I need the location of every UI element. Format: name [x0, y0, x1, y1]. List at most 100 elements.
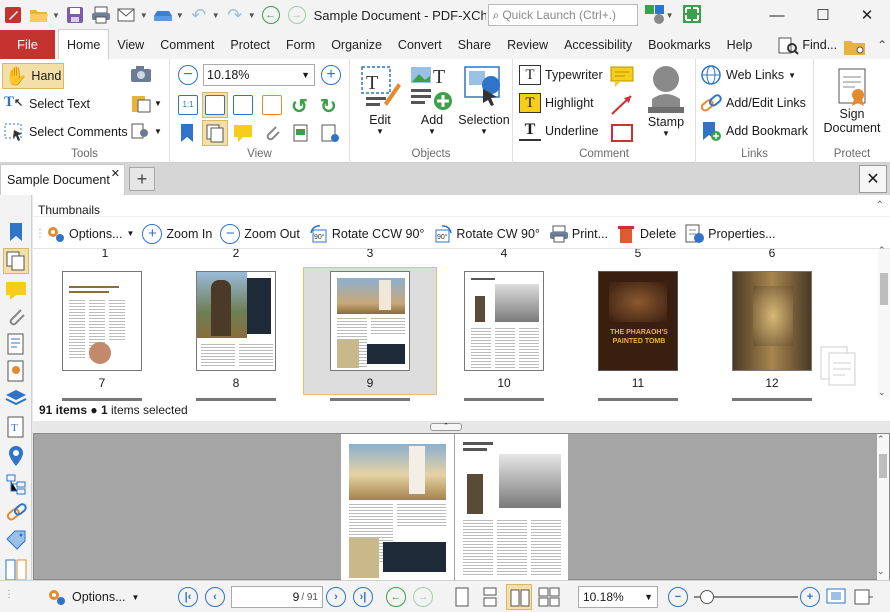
hand-button[interactable]: ✋ Hand: [2, 63, 64, 89]
zoom-select[interactable]: 10.18% ▼: [203, 64, 315, 86]
stamp-button[interactable]: Stamp ▼: [639, 63, 693, 138]
comments-sidebar-icon[interactable]: [5, 279, 27, 301]
thumbnail-page-12[interactable]: [732, 271, 812, 371]
scan-icon[interactable]: [152, 4, 174, 26]
find-tools-icon[interactable]: ▼: [130, 121, 162, 141]
thumbnail-page-11[interactable]: THE PHARAOH'S PAINTED TOMB: [598, 271, 678, 371]
document-properties-sidebar-icon[interactable]: [5, 360, 27, 382]
tab-bookmarks[interactable]: Bookmarks: [640, 30, 719, 59]
quick-launch-input[interactable]: ⌕ Quick Launch (Ctrl+.): [487, 4, 638, 26]
splitter-collapse-icon[interactable]: ⌃: [430, 423, 462, 431]
fullscreen-icon[interactable]: [682, 4, 704, 26]
tab-protect[interactable]: Protect: [222, 30, 278, 59]
fit-width-icon[interactable]: [233, 95, 253, 115]
first-page-button[interactable]: |‹: [178, 587, 198, 607]
selection-button[interactable]: Selection ▼: [456, 63, 512, 136]
structure-sidebar-icon[interactable]: [5, 473, 27, 495]
page-content-sidebar-icon[interactable]: [5, 333, 27, 355]
attachments-sidebar-icon[interactable]: [5, 306, 27, 328]
sign-document-button[interactable]: Sign Document: [822, 67, 882, 135]
email-dropdown-icon[interactable]: ▼: [140, 11, 148, 20]
tab-help[interactable]: Help: [719, 30, 761, 59]
prev-view-button[interactable]: ←: [386, 587, 406, 607]
folder-search-icon[interactable]: [843, 35, 869, 59]
redo-dropdown-icon[interactable]: ▼: [248, 11, 256, 20]
highlight-button[interactable]: T Highlight: [519, 93, 594, 113]
maximize-button[interactable]: ☐: [800, 0, 846, 30]
bookmark-panel-icon[interactable]: [178, 123, 196, 143]
page-number-input[interactable]: 9/ 91: [231, 586, 323, 608]
undo-dropdown-icon[interactable]: ▼: [212, 11, 220, 20]
thumb-delete-button[interactable]: Delete: [616, 224, 676, 244]
pin-icon[interactable]: ⌃: [876, 200, 884, 211]
snapshot-icon[interactable]: [130, 65, 152, 83]
app-logo-icon[interactable]: [2, 4, 24, 26]
minimize-button[interactable]: —: [754, 0, 800, 30]
thumbnail-page-7[interactable]: [62, 271, 142, 371]
document-tab[interactable]: Sample Document ✕: [0, 164, 125, 195]
add-button[interactable]: T Add ▼: [408, 63, 456, 136]
layers-sidebar-icon[interactable]: [5, 387, 27, 409]
thumb-properties-button[interactable]: Properties...: [684, 224, 776, 244]
continuous-icon[interactable]: [480, 587, 500, 607]
facing-pages-icon[interactable]: [506, 584, 532, 610]
tab-review[interactable]: Review: [499, 30, 556, 59]
undo-icon[interactable]: ↶: [188, 4, 210, 26]
thumb-zoom-in-button[interactable]: + Zoom In: [142, 223, 212, 244]
actual-size-icon[interactable]: 1:1: [178, 95, 198, 115]
fit-page-icon[interactable]: [202, 92, 228, 118]
view-options-button[interactable]: Options... ▼: [46, 587, 139, 607]
thumb-zoom-out-button[interactable]: − Zoom Out: [220, 223, 300, 244]
prev-page-button[interactable]: ‹: [205, 587, 225, 607]
status-zoom-select[interactable]: 10.18% ▼: [578, 586, 658, 608]
attachments-panel-icon[interactable]: [262, 123, 282, 143]
add-edit-links-button[interactable]: Add/Edit Links: [700, 93, 806, 113]
select-comments-button[interactable]: Select Comments: [4, 122, 128, 142]
zoom-in-small-button[interactable]: +: [321, 65, 341, 85]
print-icon[interactable]: [90, 4, 112, 26]
status-zoom-out-button[interactable]: −: [668, 587, 688, 607]
tab-form[interactable]: Form: [278, 30, 323, 59]
back-icon[interactable]: ←: [260, 4, 282, 26]
web-links-button[interactable]: Web Links ▼: [700, 65, 796, 85]
scan-dropdown-icon[interactable]: ▼: [176, 11, 184, 20]
facing-continuous-icon[interactable]: [538, 587, 560, 607]
file-tab[interactable]: File: [0, 30, 55, 59]
layers-panel-icon[interactable]: [291, 123, 311, 143]
compare-sidebar-icon[interactable]: [5, 559, 27, 581]
zoom-out-small-button[interactable]: −: [178, 65, 198, 85]
scroll-down-icon[interactable]: ⌄: [878, 387, 886, 398]
tags-sidebar-icon[interactable]: T: [5, 416, 27, 438]
bookmarks-sidebar-icon[interactable]: [5, 221, 27, 243]
tab-accessibility[interactable]: Accessibility: [556, 30, 640, 59]
zoom-slider-thumb[interactable]: [700, 590, 714, 604]
find-tools-dropdown-icon[interactable]: ▼: [154, 127, 162, 136]
edit-button[interactable]: T Edit ▼: [354, 63, 406, 136]
open-folder-icon[interactable]: [28, 4, 50, 26]
thumbnail-page-9[interactable]: [330, 271, 410, 371]
next-page-button[interactable]: ›: [326, 587, 346, 607]
find-button[interactable]: Find...: [778, 30, 837, 59]
thumbnail-page-10[interactable]: [464, 271, 544, 371]
comments-panel-icon[interactable]: [233, 123, 255, 143]
document-view[interactable]: ⌃ ⌄: [33, 433, 890, 580]
rotate-left-icon[interactable]: ↺: [291, 94, 308, 119]
email-icon[interactable]: [116, 4, 138, 26]
paste-dropdown-icon[interactable]: ▼: [154, 99, 162, 108]
forward-icon[interactable]: →: [286, 4, 308, 26]
next-view-button[interactable]: →: [413, 587, 433, 607]
new-tab-button[interactable]: +: [129, 167, 155, 191]
tab-share[interactable]: Share: [450, 30, 499, 59]
thumbnails-panel-icon[interactable]: [202, 120, 228, 146]
single-page-icon[interactable]: [452, 587, 472, 607]
line-icon[interactable]: [609, 93, 635, 117]
select-text-button[interactable]: T↖ Select Text: [4, 94, 90, 114]
tab-convert[interactable]: Convert: [390, 30, 450, 59]
close-document-button[interactable]: ✕: [859, 165, 887, 193]
paste-icon[interactable]: ▼: [130, 93, 162, 113]
thumb-options-button[interactable]: Options... ▼: [45, 224, 134, 244]
properties-panel-icon[interactable]: [320, 123, 340, 143]
ui-options-dropdown-icon[interactable]: ▼: [666, 11, 674, 20]
fit-window-icon[interactable]: [826, 587, 848, 607]
thumbnails-scrollbar[interactable]: ⌃ ⌄: [878, 245, 890, 399]
